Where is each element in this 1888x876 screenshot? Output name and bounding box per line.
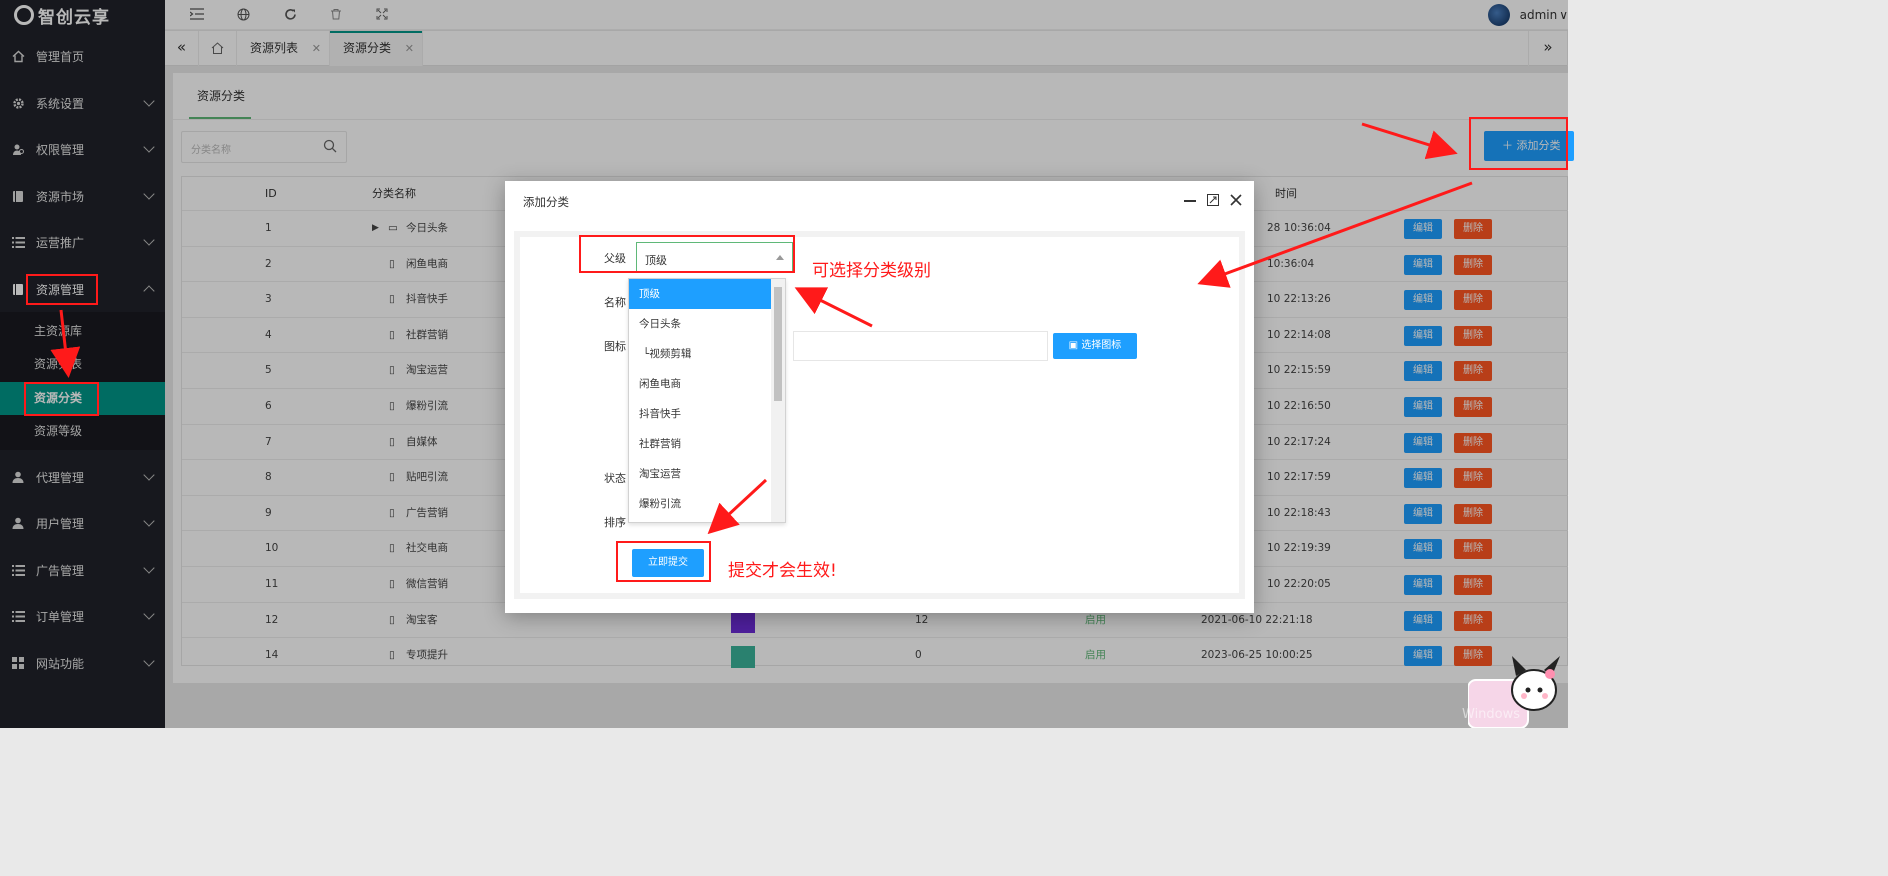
watermark: Windows bbox=[1462, 707, 1521, 722]
app-root: 智创云享 管理首页 系统设置 权限管理 资源市场 运营推广 资源管理 主资源库 … bbox=[0, 0, 1574, 728]
annotation-arrows bbox=[50, 122, 1473, 535]
